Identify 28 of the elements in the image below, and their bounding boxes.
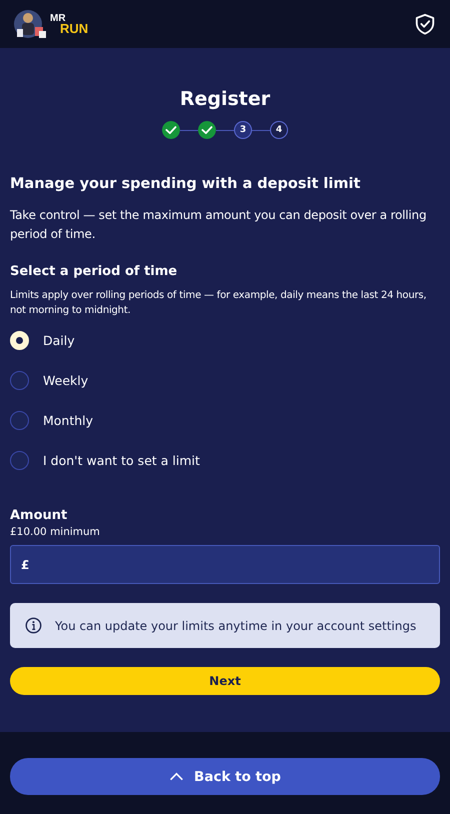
intro-text: Take control — set the maximum amount you can deposit over a rolling period of time. [10,207,428,243]
field-label: Amount [10,508,68,524]
amount-field[interactable]: £ [10,545,440,584]
hint-text: Limits apply over rolling periods of time — for example, daily means the last 24 hours, not morning to midnight. [10,289,428,318]
logo-text: MR [50,14,67,24]
radio-label[interactable]: I don't want to set a limit [43,453,200,468]
info-text: You can update your limits anytime in your account settings [55,618,416,632]
radio-button[interactable] [10,371,29,390]
step-number: 4 [270,121,288,139]
next-button[interactable]: Next [10,667,440,695]
logo-text: RUN [60,22,88,34]
radio-label[interactable]: Monthly [43,413,94,428]
radio-label[interactable]: Weekly [43,373,88,388]
chevron-up-icon [169,772,184,781]
radio-button[interactable] [10,411,29,430]
logo-figure-drawing [13,9,49,39]
completed-step-icon [198,121,216,139]
info-icon [25,617,42,634]
field-label: Select a period of time [10,263,178,281]
step-number: 3 [234,121,252,139]
back-to-top-button[interactable]: Back to top [10,758,440,795]
page-title: Register [178,87,272,111]
section-heading: Manage your spending with a deposit limit [10,175,362,194]
completed-step-icon [162,121,180,139]
shield-check-icon[interactable] [414,12,436,36]
hint-text: £10.00 minimum [10,526,101,538]
radio-label[interactable]: Daily [43,333,75,348]
radio-button[interactable] [10,451,29,470]
